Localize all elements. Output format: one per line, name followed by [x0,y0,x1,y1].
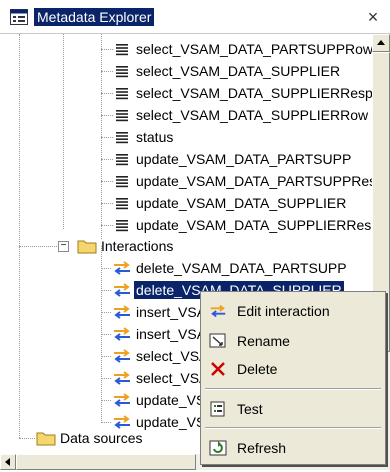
tree-node-label: insert_VSA [136,326,207,342]
tree-node-label: update_VSAM_DATA_PARTSUPPRes [136,173,372,189]
menu-item-label: Refresh [237,440,287,456]
tree-node-record[interactable]: update_VSAM_DATA_SUPPLIERResp [0,214,372,236]
menu-item-label: Delete [237,361,278,377]
interaction-icon [114,393,130,407]
arrow-left-icon [5,458,10,466]
record-icon [116,110,128,122]
window-title: Metadata Explorer [34,8,155,26]
scroll-up-button[interactable] [372,34,390,52]
metadata-explorer-window: Metadata Explorer × select_VSAM_DATA_PAR… [0,0,390,470]
interaction-icon [114,261,130,275]
refresh-icon [209,440,227,456]
folder-icon [77,240,97,254]
menu-item-delete[interactable]: Delete [203,356,383,382]
menu-separator [205,388,381,390]
tree-node-record[interactable]: select_VSAM_DATA_PARTSUPPRow [0,38,372,60]
test-icon [210,401,225,417]
app-window-icon [10,9,28,25]
tree-node-label: select_VSAM_DATA_SUPPLIER [136,63,341,79]
record-icon [116,154,128,166]
tree-node-label: select_VSAM_DATA_SUPPLIERRow [136,107,369,123]
interaction-icon [114,283,130,297]
tree-node-label: update_VS [136,392,206,408]
collapse-expander[interactable]: − [58,241,69,252]
menu-item-label: Rename [237,333,290,349]
close-icon[interactable]: × [362,6,384,28]
record-icon [116,44,128,56]
tree-node-record[interactable]: select_VSAM_DATA_SUPPLIERRespo [0,82,372,104]
tree-node-interactions-folder[interactable]: − Interactions [0,235,372,257]
record-icon [116,132,128,144]
tree-node-label: select_VSA [136,370,209,386]
interaction-icon [114,349,130,363]
record-icon [116,176,128,188]
tree-node-label: select_VSAM_DATA_PARTSUPPRow [136,41,372,57]
record-icon [116,220,128,232]
arrow-up-icon [377,40,385,45]
tree-node-interaction[interactable]: delete_VSAM_DATA_PARTSUPP [0,257,372,279]
tree-node-label: status [136,129,174,145]
menu-item-test[interactable]: Test [203,396,383,422]
record-icon [116,88,128,100]
interaction-icon [114,305,130,319]
tree-node-label: update_VSAM_DATA_SUPPLIERResp [136,217,372,233]
tree-node-label: Interactions [101,238,174,254]
interaction-icon [114,327,130,341]
record-icon [116,66,128,78]
tree-node-label: select_VSAM_DATA_SUPPLIERRespo [136,85,372,101]
tree-node-label: Data sources [60,430,143,446]
tree-node-label: update_VSAM_DATA_SUPPLIER [136,195,347,211]
tree-node-label: delete_VSAM_DATA_PARTSUPP [136,260,347,276]
delete-x-icon [211,362,225,376]
menu-item-label: Test [237,401,263,417]
record-icon [116,198,128,210]
context-menu: Edit interaction Rename Delete Test Refr… [200,291,386,465]
menu-item-rename[interactable]: Rename [203,328,383,354]
tree-node-label: update_VSAM_DATA_PARTSUPP [136,151,352,167]
folder-icon [36,432,56,446]
menu-item-label: Edit interaction [237,303,330,319]
interaction-icon [114,371,130,385]
rename-icon [209,333,226,348]
title-bar: Metadata Explorer × [0,0,390,34]
tree-node-record[interactable]: update_VSAM_DATA_PARTSUPP [0,148,372,170]
tree-node-record[interactable]: update_VSAM_DATA_SUPPLIER [0,192,372,214]
interaction-icon [210,304,226,318]
menu-item-edit-interaction[interactable]: Edit interaction [203,298,383,324]
menu-item-refresh[interactable]: Refresh [203,435,383,461]
scroll-left-button[interactable] [0,454,16,470]
tree-node-label: select_VSA [136,348,209,364]
tree-node-record[interactable]: status [0,126,372,148]
tree-node-record[interactable]: select_VSAM_DATA_SUPPLIERRow [0,104,372,126]
menu-separator [205,427,381,429]
tree-node-record[interactable]: select_VSAM_DATA_SUPPLIER [0,60,372,82]
tree-node-record[interactable]: update_VSAM_DATA_PARTSUPPRes [0,170,372,192]
tree-node-label: insert_VSA [136,304,207,320]
horizontal-scroll-thumb[interactable] [16,454,196,470]
